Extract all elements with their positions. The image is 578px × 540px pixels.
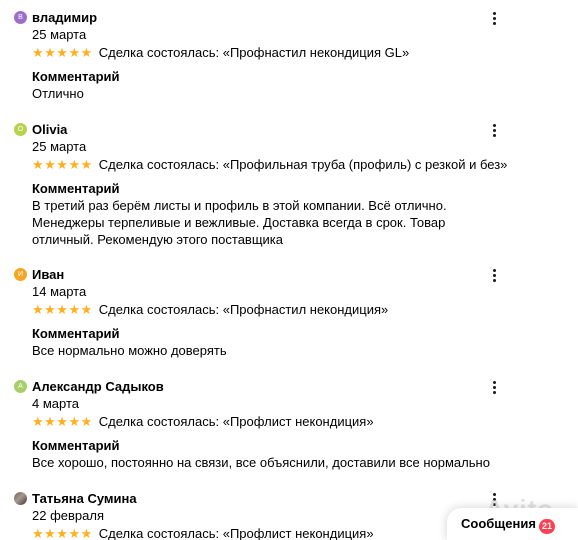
comment-label: Комментарий [32,181,120,196]
review-card: В владимир 25 марта ★★★★★ Сделка состоял… [14,9,504,102]
avatar[interactable]: И [14,268,27,281]
comment-text: Все хорошо, постоянно на связи, все объя… [32,455,490,470]
deal-text: Сделка состоялась: «Профлист некондиция» [98,526,374,540]
deal-text: Сделка состоялась: «Профильная труба (пр… [98,157,508,172]
comment-text: Все нормально можно доверять [32,343,227,358]
review-header: А Александр Садыков [14,378,504,396]
comment-label: Комментарий [32,326,120,341]
more-options-icon[interactable] [488,490,500,508]
review-date: 25 марта [32,139,87,154]
avatar[interactable]: В [14,11,27,24]
review-date: 22 февраля [32,508,104,523]
avatar[interactable] [14,492,27,505]
more-options-icon[interactable] [488,378,500,396]
review-deal-row: ★★★★★ Сделка состоялась: «Профильная тру… [32,155,507,175]
avatar[interactable]: А [14,380,27,393]
review-card: O Olivia 25 марта ★★★★★ Сделка состоялас… [14,121,507,248]
review-header: В владимир [14,9,504,27]
comment-text: Отлично [32,86,84,101]
rating-stars-icon: ★★★★★ [32,414,93,429]
rating-stars-icon: ★★★★★ [32,157,93,172]
review-header: И Иван [14,266,504,284]
comment-text: В третий раз берём листы и профиль в это… [32,198,447,247]
more-options-icon[interactable] [488,266,500,284]
review-card: Татьяна Сумина 22 февраля ★★★★★ Сделка с… [14,490,504,540]
review-deal-row: ★★★★★ Сделка состоялась: «Профлист некон… [32,524,504,540]
review-card: И Иван 14 марта ★★★★★ Сделка состоялась:… [14,266,504,359]
reviewer-name[interactable]: Olivia [32,121,67,139]
more-options-icon[interactable] [488,121,500,139]
rating-stars-icon: ★★★★★ [32,302,93,317]
reviews-page: В владимир 25 марта ★★★★★ Сделка состоял… [0,0,578,540]
review-date: 14 марта [32,284,87,299]
messages-button[interactable]: Сообщения 21 [447,508,578,540]
review-deal-row: ★★★★★ Сделка состоялась: «Профлист некон… [32,412,504,432]
rating-stars-icon: ★★★★★ [32,45,93,60]
more-options-icon[interactable] [488,9,500,27]
deal-text: Сделка состоялась: «Профнастил некондици… [98,45,410,60]
avatar[interactable]: O [14,123,27,136]
rating-stars-icon: ★★★★★ [32,526,93,540]
reviewer-name[interactable]: Александр Садыков [32,378,164,396]
unread-badge: 21 [538,518,555,534]
review-deal-row: ★★★★★ Сделка состоялась: «Профнастил нек… [32,43,504,63]
messages-label: Сообщения [461,516,536,531]
reviewer-name[interactable]: Иван [32,266,64,284]
comment-label: Комментарий [32,69,120,84]
deal-text: Сделка состоялась: «Профнастил некондици… [98,302,389,317]
review-date: 25 марта [32,27,87,42]
comment-label: Комментарий [32,438,120,453]
review-deal-row: ★★★★★ Сделка состоялась: «Профнастил нек… [32,300,504,320]
deal-text: Сделка состоялась: «Профлист некондиция» [98,414,374,429]
reviewer-name[interactable]: Татьяна Сумина [32,490,137,508]
review-card: А Александр Садыков 4 марта ★★★★★ Сделка… [14,378,504,471]
review-header: Татьяна Сумина [14,490,504,508]
reviewer-name[interactable]: владимир [32,9,97,27]
review-header: O Olivia [14,121,504,139]
review-date: 4 марта [32,396,79,411]
